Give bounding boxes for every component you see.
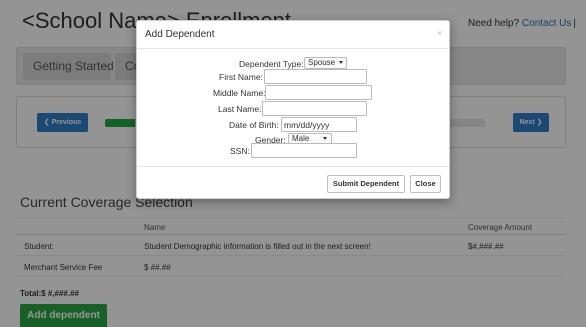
first-name-input[interactable] [264, 69, 367, 84]
last-name-label: Last Name: [218, 104, 262, 114]
last-name-input[interactable] [262, 101, 367, 116]
date-of-birth-label: Date of Birth: [229, 120, 279, 130]
first-name-row: First Name: [137, 69, 449, 85]
close-button[interactable]: Close [410, 175, 441, 193]
gender-value: Male [292, 134, 310, 143]
middle-name-label: Middle Name: [213, 88, 266, 98]
chevron-down-icon [339, 61, 344, 65]
ssn-label: SSN: [230, 146, 250, 156]
modal-title: Add Dependent [145, 29, 215, 40]
ssn-input[interactable] [251, 143, 357, 158]
date-of-birth-row: Date of Birth: [137, 117, 449, 133]
first-name-label: First Name: [219, 72, 263, 82]
ssn-row: SSN: [137, 143, 449, 159]
submit-dependent-button[interactable]: Submit Dependent [327, 175, 405, 193]
close-icon[interactable]: × [437, 28, 442, 38]
add-dependent-modal: Add Dependent × Dependent Type: Spouse F… [136, 20, 450, 199]
dependent-type-label: Dependent Type: [239, 59, 304, 69]
middle-name-row: Middle Name: [137, 85, 449, 101]
modal-body: Dependent Type: Spouse First Name: Middl… [137, 50, 449, 166]
dependent-type-select[interactable]: Spouse [304, 57, 348, 69]
dependent-type-value: Spouse [308, 58, 336, 67]
modal-footer: Submit Dependent Close [137, 166, 449, 199]
chevron-down-icon [323, 137, 328, 141]
middle-name-input[interactable] [265, 85, 372, 100]
modal-header: Add Dependent × [137, 21, 449, 49]
last-name-row: Last Name: [137, 101, 449, 117]
date-of-birth-input[interactable] [281, 117, 357, 132]
